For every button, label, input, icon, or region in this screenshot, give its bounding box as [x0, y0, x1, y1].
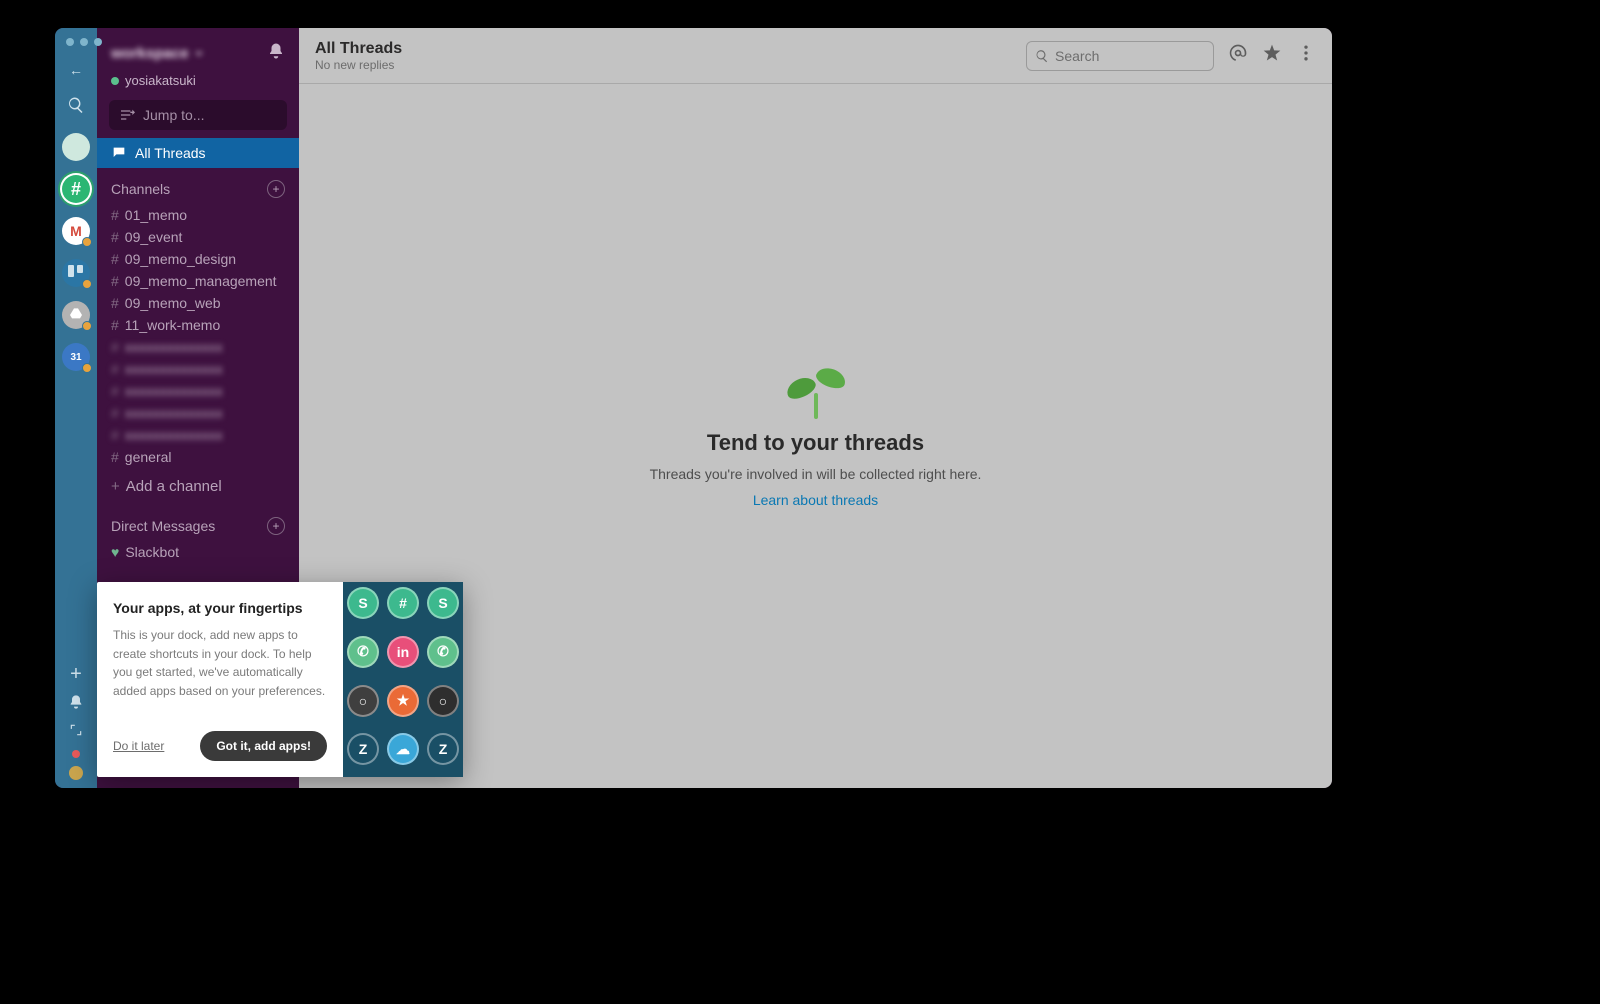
dm-label: Direct Messages — [111, 518, 215, 534]
star-icon[interactable] — [1262, 43, 1282, 68]
add-channel-link[interactable]: +Add a channel — [97, 468, 299, 505]
username: yosiakatsuki — [125, 73, 196, 88]
app-rail: ← # M 31 + — [55, 28, 97, 788]
app-tile-icon: S — [347, 587, 379, 619]
channel-item[interactable]: #xxxxxxxxxxxxxx — [97, 358, 299, 380]
jump-to-label: Jump to... — [143, 107, 204, 123]
empty-title: Tend to your threads — [707, 430, 924, 456]
jump-to-input[interactable]: Jump to... — [109, 100, 287, 130]
main-header: All Threads No new replies Search — [299, 28, 1332, 84]
search-placeholder: Search — [1055, 48, 1099, 64]
app-tile-icon: ○ — [427, 685, 459, 717]
rail-status-red — [72, 750, 80, 758]
page-title: All Threads — [315, 40, 402, 58]
search-input[interactable]: Search — [1026, 41, 1214, 71]
app-tile-icon: in — [387, 636, 419, 668]
app-tile-icon: Z — [427, 733, 459, 765]
app-tile-icon: ★ — [387, 685, 419, 717]
app-tile-icon: # — [387, 587, 419, 619]
add-channel-icon[interactable]: + — [267, 180, 285, 198]
rail-status-gold — [69, 766, 83, 780]
hash-icon: # — [111, 405, 119, 421]
empty-body: Threads you're involved in will be colle… — [650, 466, 982, 482]
hash-icon: # — [111, 383, 119, 399]
app-tile-icon: ○ — [347, 685, 379, 717]
user-presence[interactable]: yosiakatsuki — [97, 73, 299, 96]
hash-icon: # — [111, 207, 119, 223]
hash-icon: # — [111, 273, 119, 289]
add-dm-icon[interactable]: + — [267, 517, 285, 535]
channel-item[interactable]: #01_memo — [97, 204, 299, 226]
channels-header: Channels + — [97, 168, 299, 204]
got-it-button[interactable]: Got it, add apps! — [200, 731, 327, 761]
hash-icon: # — [111, 295, 119, 311]
channel-item[interactable]: #09_memo_web — [97, 292, 299, 314]
seedling-icon — [786, 365, 846, 420]
channel-item[interactable]: #09_memo_management — [97, 270, 299, 292]
hash-icon: # — [111, 449, 119, 465]
page-subtitle: No new replies — [315, 58, 402, 72]
rail-app-slack[interactable]: # — [62, 175, 90, 203]
channel-item[interactable]: #general — [97, 446, 299, 468]
rail-expand-icon[interactable] — [69, 723, 83, 742]
channel-item[interactable]: #09_event — [97, 226, 299, 248]
popover-art: S # S ✆ in ✆ ○ ★ ○ Z ☁ Z — [343, 582, 463, 777]
hash-icon: # — [111, 339, 119, 355]
search-icon — [1035, 49, 1049, 63]
app-tile-icon: ✆ — [427, 636, 459, 668]
channel-item[interactable]: #xxxxxxxxxxxxxx — [97, 336, 299, 358]
hash-icon: # — [111, 229, 119, 245]
channels-label: Channels — [111, 181, 170, 197]
popover-title: Your apps, at your fingertips — [113, 600, 327, 616]
dm-slackbot[interactable]: ♥Slackbot — [97, 541, 299, 563]
search-icon[interactable] — [61, 90, 91, 120]
rail-add-button[interactable]: + — [70, 663, 82, 686]
nav-all-threads[interactable]: All Threads — [97, 138, 299, 168]
notifications-icon[interactable] — [267, 42, 285, 65]
app-tile-icon: Z — [347, 733, 379, 765]
app-tile-icon: ✆ — [347, 636, 379, 668]
traffic-close[interactable] — [66, 38, 74, 46]
app-tile-icon: S — [427, 587, 459, 619]
heart-icon: ♥ — [111, 544, 119, 560]
all-threads-label: All Threads — [135, 145, 206, 161]
channel-item[interactable]: #11_work-memo — [97, 314, 299, 336]
rail-bell-icon[interactable] — [68, 694, 84, 715]
rail-app-trello[interactable] — [62, 259, 90, 287]
popover-body: This is your dock, add new apps to creat… — [113, 626, 327, 719]
hash-icon: # — [111, 361, 119, 377]
hash-icon: # — [111, 317, 119, 333]
more-icon[interactable] — [1296, 43, 1316, 68]
hash-icon: # — [111, 251, 119, 267]
hash-icon: # — [111, 427, 119, 443]
workspace-name[interactable]: workspace — [111, 45, 203, 62]
channel-item[interactable]: #xxxxxxxxxxxxxx — [97, 380, 299, 402]
mentions-icon[interactable] — [1228, 43, 1248, 68]
back-icon[interactable]: ← — [69, 62, 83, 78]
rail-app-workspace[interactable] — [62, 133, 90, 161]
do-it-later-link[interactable]: Do it later — [113, 739, 164, 753]
channel-item[interactable]: #xxxxxxxxxxxxxx — [97, 402, 299, 424]
channel-item[interactable]: #09_memo_design — [97, 248, 299, 270]
presence-dot — [111, 77, 119, 85]
window-controls — [66, 38, 102, 46]
traffic-zoom[interactable] — [94, 38, 102, 46]
traffic-minimize[interactable] — [80, 38, 88, 46]
channel-item[interactable]: #xxxxxxxxxxxxxx — [97, 424, 299, 446]
app-tile-icon: ☁ — [387, 733, 419, 765]
learn-threads-link[interactable]: Learn about threads — [753, 492, 878, 508]
rail-app-gmail[interactable]: M — [62, 217, 90, 245]
rail-app-calendar[interactable]: 31 — [62, 343, 90, 371]
onboarding-popover: Your apps, at your fingertips This is yo… — [97, 582, 463, 777]
dm-header: Direct Messages + — [97, 505, 299, 541]
rail-app-drive[interactable] — [62, 301, 90, 329]
